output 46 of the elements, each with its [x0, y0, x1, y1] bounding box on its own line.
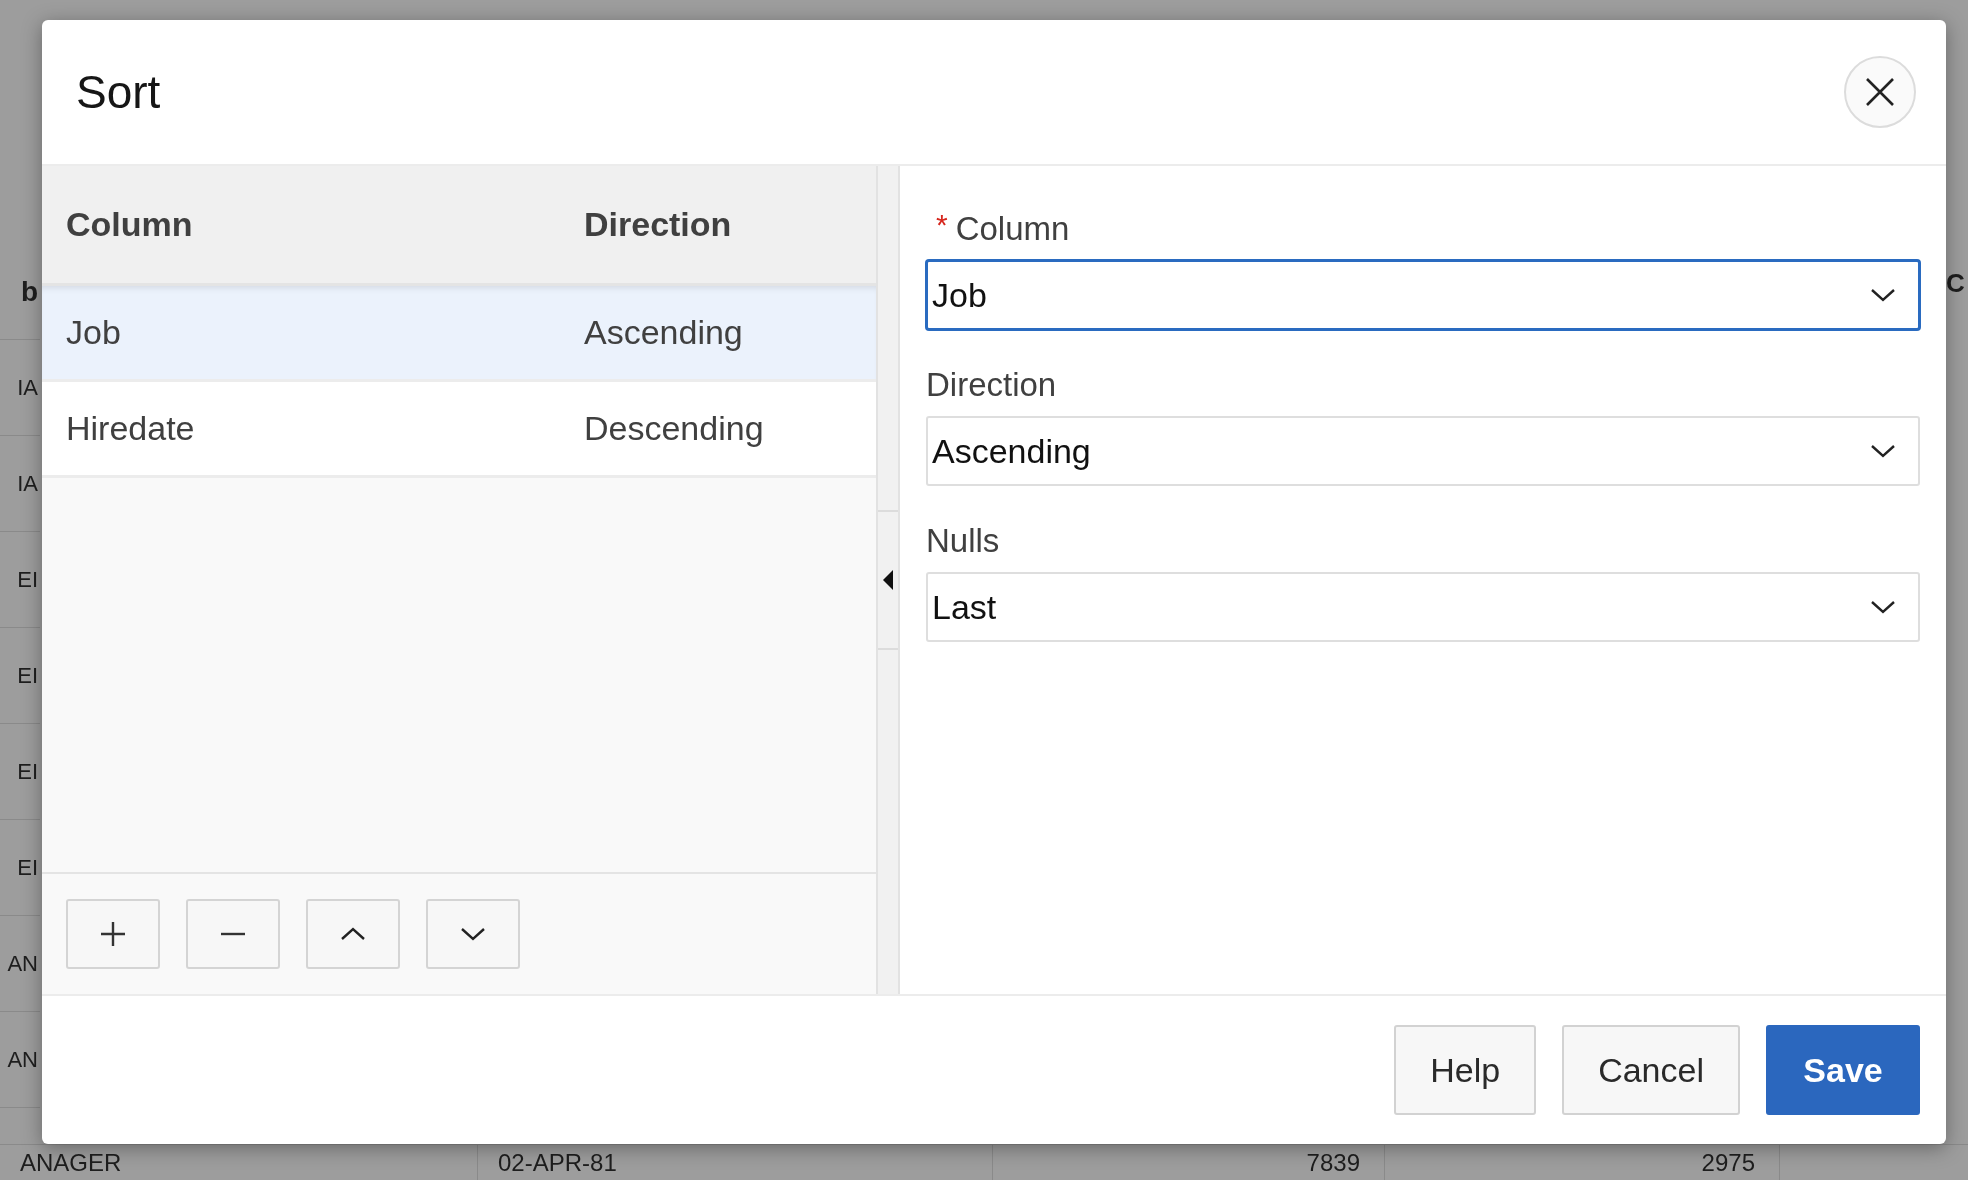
- move-down-button[interactable]: [426, 899, 520, 969]
- chevron-down-icon: [1870, 599, 1896, 615]
- field-label: Nulls: [926, 522, 1000, 560]
- close-icon: [1865, 77, 1895, 107]
- table-cell: ANAGER: [0, 1145, 478, 1180]
- chevron-up-icon: [340, 926, 366, 942]
- column-header: C: [1946, 268, 1966, 299]
- select-field[interactable]: Ascending: [926, 416, 1920, 486]
- sort-direction: Descending: [584, 409, 764, 448]
- primary-button[interactable]: Save: [1766, 1025, 1920, 1115]
- move-up-button[interactable]: [306, 899, 400, 969]
- table-cell: 02-APR-81: [478, 1145, 993, 1180]
- required-asterisk: *: [936, 210, 948, 240]
- table-cell: 7839: [993, 1145, 1385, 1180]
- column-name: Job: [66, 313, 121, 352]
- dialog-title: Sort: [76, 65, 161, 119]
- column-header: b: [20, 275, 38, 308]
- table-cell: IA: [17, 470, 38, 497]
- table-cell: EI: [17, 566, 38, 593]
- column-header: Direction: [584, 205, 732, 244]
- table-cell: EI: [17, 758, 38, 785]
- chevron-down-icon: [460, 926, 486, 942]
- sort-row[interactable]: Hiredate Descending: [42, 382, 876, 478]
- table-cell: IA: [17, 374, 38, 401]
- collapse-arrow-icon[interactable]: [882, 569, 894, 591]
- select-field[interactable]: Last: [926, 572, 1920, 642]
- table-cell: AN: [7, 950, 38, 977]
- table-cell: EI: [17, 854, 38, 881]
- field-label: Column: [955, 210, 1070, 248]
- table-cell: EI: [17, 662, 38, 689]
- table-cell: 2975: [1385, 1145, 1780, 1180]
- plus-icon: [99, 920, 127, 948]
- sort-direction: Ascending: [584, 313, 743, 352]
- column-name: Hiredate: [66, 409, 195, 448]
- dialog-button[interactable]: Help: [1394, 1025, 1537, 1115]
- remove-button[interactable]: [186, 899, 280, 969]
- field-label: Direction: [926, 366, 1057, 404]
- sort-row[interactable]: Job Ascending: [42, 286, 876, 382]
- table-cell: AN: [7, 1046, 38, 1073]
- dialog-button[interactable]: Cancel: [1562, 1025, 1740, 1115]
- select-field[interactable]: Job: [926, 260, 1920, 330]
- column-header: Column: [66, 205, 193, 244]
- chevron-down-icon: [1870, 287, 1896, 303]
- chevron-down-icon: [1870, 443, 1896, 459]
- minus-icon: [219, 932, 247, 936]
- add-button[interactable]: [66, 899, 160, 969]
